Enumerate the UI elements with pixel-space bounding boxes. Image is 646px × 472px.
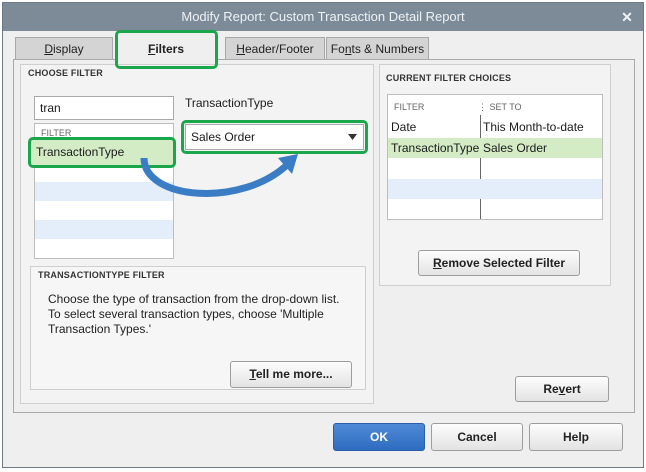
revert-button[interactable]: Revert xyxy=(515,376,609,402)
list-stripe xyxy=(388,179,602,199)
window-title: Modify Report: Custom Transaction Detail… xyxy=(181,9,465,24)
filter-search-input[interactable]: tran xyxy=(34,96,174,120)
tab-display[interactable]: Display xyxy=(15,37,113,59)
filter-field-label: TransactionType xyxy=(185,96,274,110)
choose-filter-title: CHOOSE FILTER xyxy=(28,68,103,78)
tab-display-mnemonic: D xyxy=(44,42,53,56)
tab-fonts-numbers-mnemonic: n xyxy=(344,42,352,56)
modify-report-dialog: Modify Report: Custom Transaction Detail… xyxy=(2,2,644,468)
tab-header-footer-mnemonic: H xyxy=(236,42,245,56)
tab-fonts-numbers[interactable]: Fonts & Numbers xyxy=(326,37,429,59)
tab-fonts-numbers-label: ts & Numbers xyxy=(351,42,425,56)
help-button[interactable]: Help xyxy=(529,423,623,451)
close-icon[interactable]: ✕ xyxy=(619,3,635,31)
tab-header-footer-label: eader/Footer xyxy=(244,42,314,56)
filter-row-name: TransactionType xyxy=(391,141,480,155)
cancel-button[interactable]: Cancel xyxy=(431,423,523,451)
tell-me-more-button[interactable]: Tell me more... xyxy=(230,361,352,388)
tab-header-footer[interactable]: Header/Footer xyxy=(225,37,325,59)
revert-prefix: Re xyxy=(543,382,559,396)
remove-filter-label: emove Selected Filter xyxy=(441,256,566,270)
ok-button[interactable]: OK xyxy=(333,423,425,451)
tab-display-label: isplay xyxy=(52,42,84,56)
list-stripe xyxy=(35,258,173,259)
remove-filter-mnemonic: R xyxy=(432,256,442,270)
col-header-set-to: ⋮ SET TO xyxy=(478,102,522,112)
current-filter-title: CURRENT FILTER CHOICES xyxy=(386,73,512,83)
dropdown-highlight xyxy=(181,120,368,154)
filter-row-value: Sales Order xyxy=(483,141,548,155)
remove-selected-filter-button[interactable]: Remove Selected Filter xyxy=(418,250,580,276)
col-header-filter: FILTER xyxy=(394,102,425,112)
title-bar: Modify Report: Custom Transaction Detail… xyxy=(3,3,643,31)
revert-label: ert xyxy=(565,382,581,396)
list-stripe xyxy=(35,220,173,239)
tell-me-more-label: ell me more... xyxy=(255,367,333,381)
curved-arrow-icon xyxy=(140,154,298,197)
filter-row-name: Date xyxy=(391,120,417,134)
filters-tab-highlight xyxy=(115,30,218,69)
col-header-set-to-label: SET TO xyxy=(489,102,522,112)
tab-fonts-numbers-prefix: Fo xyxy=(330,42,345,56)
current-filter-grid[interactable]: FILTER ⋮ SET TO Date This Month-to-date … xyxy=(387,94,603,220)
transactiontype-filter-title: TRANSACTIONTYPE FILTER xyxy=(38,270,165,280)
filter-row-value: This Month-to-date xyxy=(483,120,584,134)
selected-filter-item[interactable]: TransactionType xyxy=(36,145,124,159)
filters-panel: CHOOSE FILTER tran FILTER TransactionTyp… xyxy=(13,59,635,413)
filter-description: Choose the type of transaction from the … xyxy=(48,292,340,336)
